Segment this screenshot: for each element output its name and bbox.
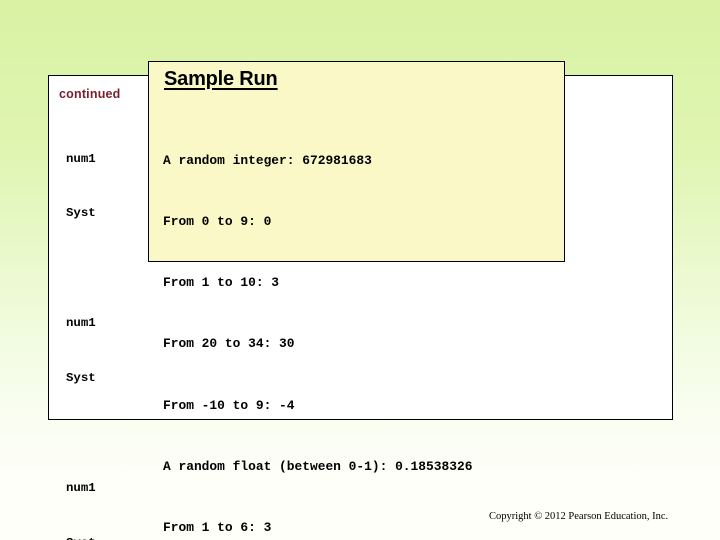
output-line-random-float: A random float (between 0-1): 0.18538326 [163, 458, 473, 474]
continued-label: continued [59, 87, 121, 101]
copyright-notice: Copyright © 2012 Pearson Education, Inc. [489, 511, 669, 522]
output-line-from-1-to-10: From 1 to 10: 3 [163, 275, 280, 291]
output-line-from-20-to-34: From 20 to 34: 30 [163, 336, 295, 352]
output-line-from-1-to-6: From 1 to 6: 3 [163, 520, 272, 536]
sample-run-title: Sample Run [164, 68, 278, 90]
output-line-from-neg10-to-9: From -10 to 9: -4 [163, 397, 295, 413]
sample-run-box: Sample Run A random integer: 672981683 F… [148, 61, 565, 535]
output-line-random-integer: A random integer: 672981683 [163, 152, 372, 168]
output-line-from-0-to-9: From 0 to 9: 0 [163, 214, 272, 230]
sample-run-output: A random integer: 672981683 From 0 to 9:… [163, 110, 472, 540]
slide-canvas: continued num1 Syst num1 Syst num1 Syst … [0, 0, 720, 540]
